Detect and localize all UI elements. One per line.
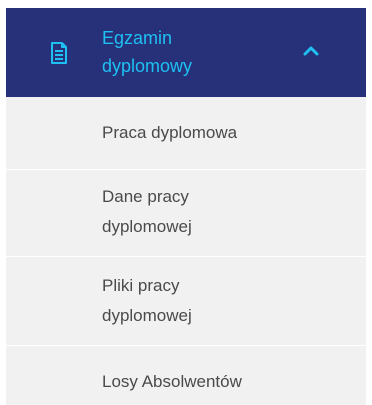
menu-item-label: Praca dyplomowa <box>102 123 238 142</box>
menu-item-praca-dyplomowa[interactable]: Praca dyplomowa <box>6 97 366 169</box>
menu-item-label: Pliki pracy dyplomowej <box>102 276 192 325</box>
menu-item-pliki-pracy-dyplomowej[interactable]: Pliki pracy dyplomowej <box>6 257 366 345</box>
menu-section-egzamin-dyplomowy[interactable]: Egzamin dyplomowy <box>6 8 366 97</box>
menu-item-losy-absolwentow[interactable]: Losy Absolwentów <box>6 346 366 405</box>
menu-item-label: Dane pracy dyplomowej <box>102 187 192 236</box>
document-icon <box>51 42 67 64</box>
menu-section-label: Egzamin dyplomowy <box>102 28 193 76</box>
chevron-up-icon[interactable] <box>302 42 320 60</box>
sidebar-menu: Egzamin dyplomowy Praca dyplomowa Dane p… <box>6 8 366 405</box>
menu-item-dane-pracy-dyplomowej[interactable]: Dane pracy dyplomowej <box>6 170 366 256</box>
menu-item-label: Losy Absolwentów <box>102 372 242 391</box>
